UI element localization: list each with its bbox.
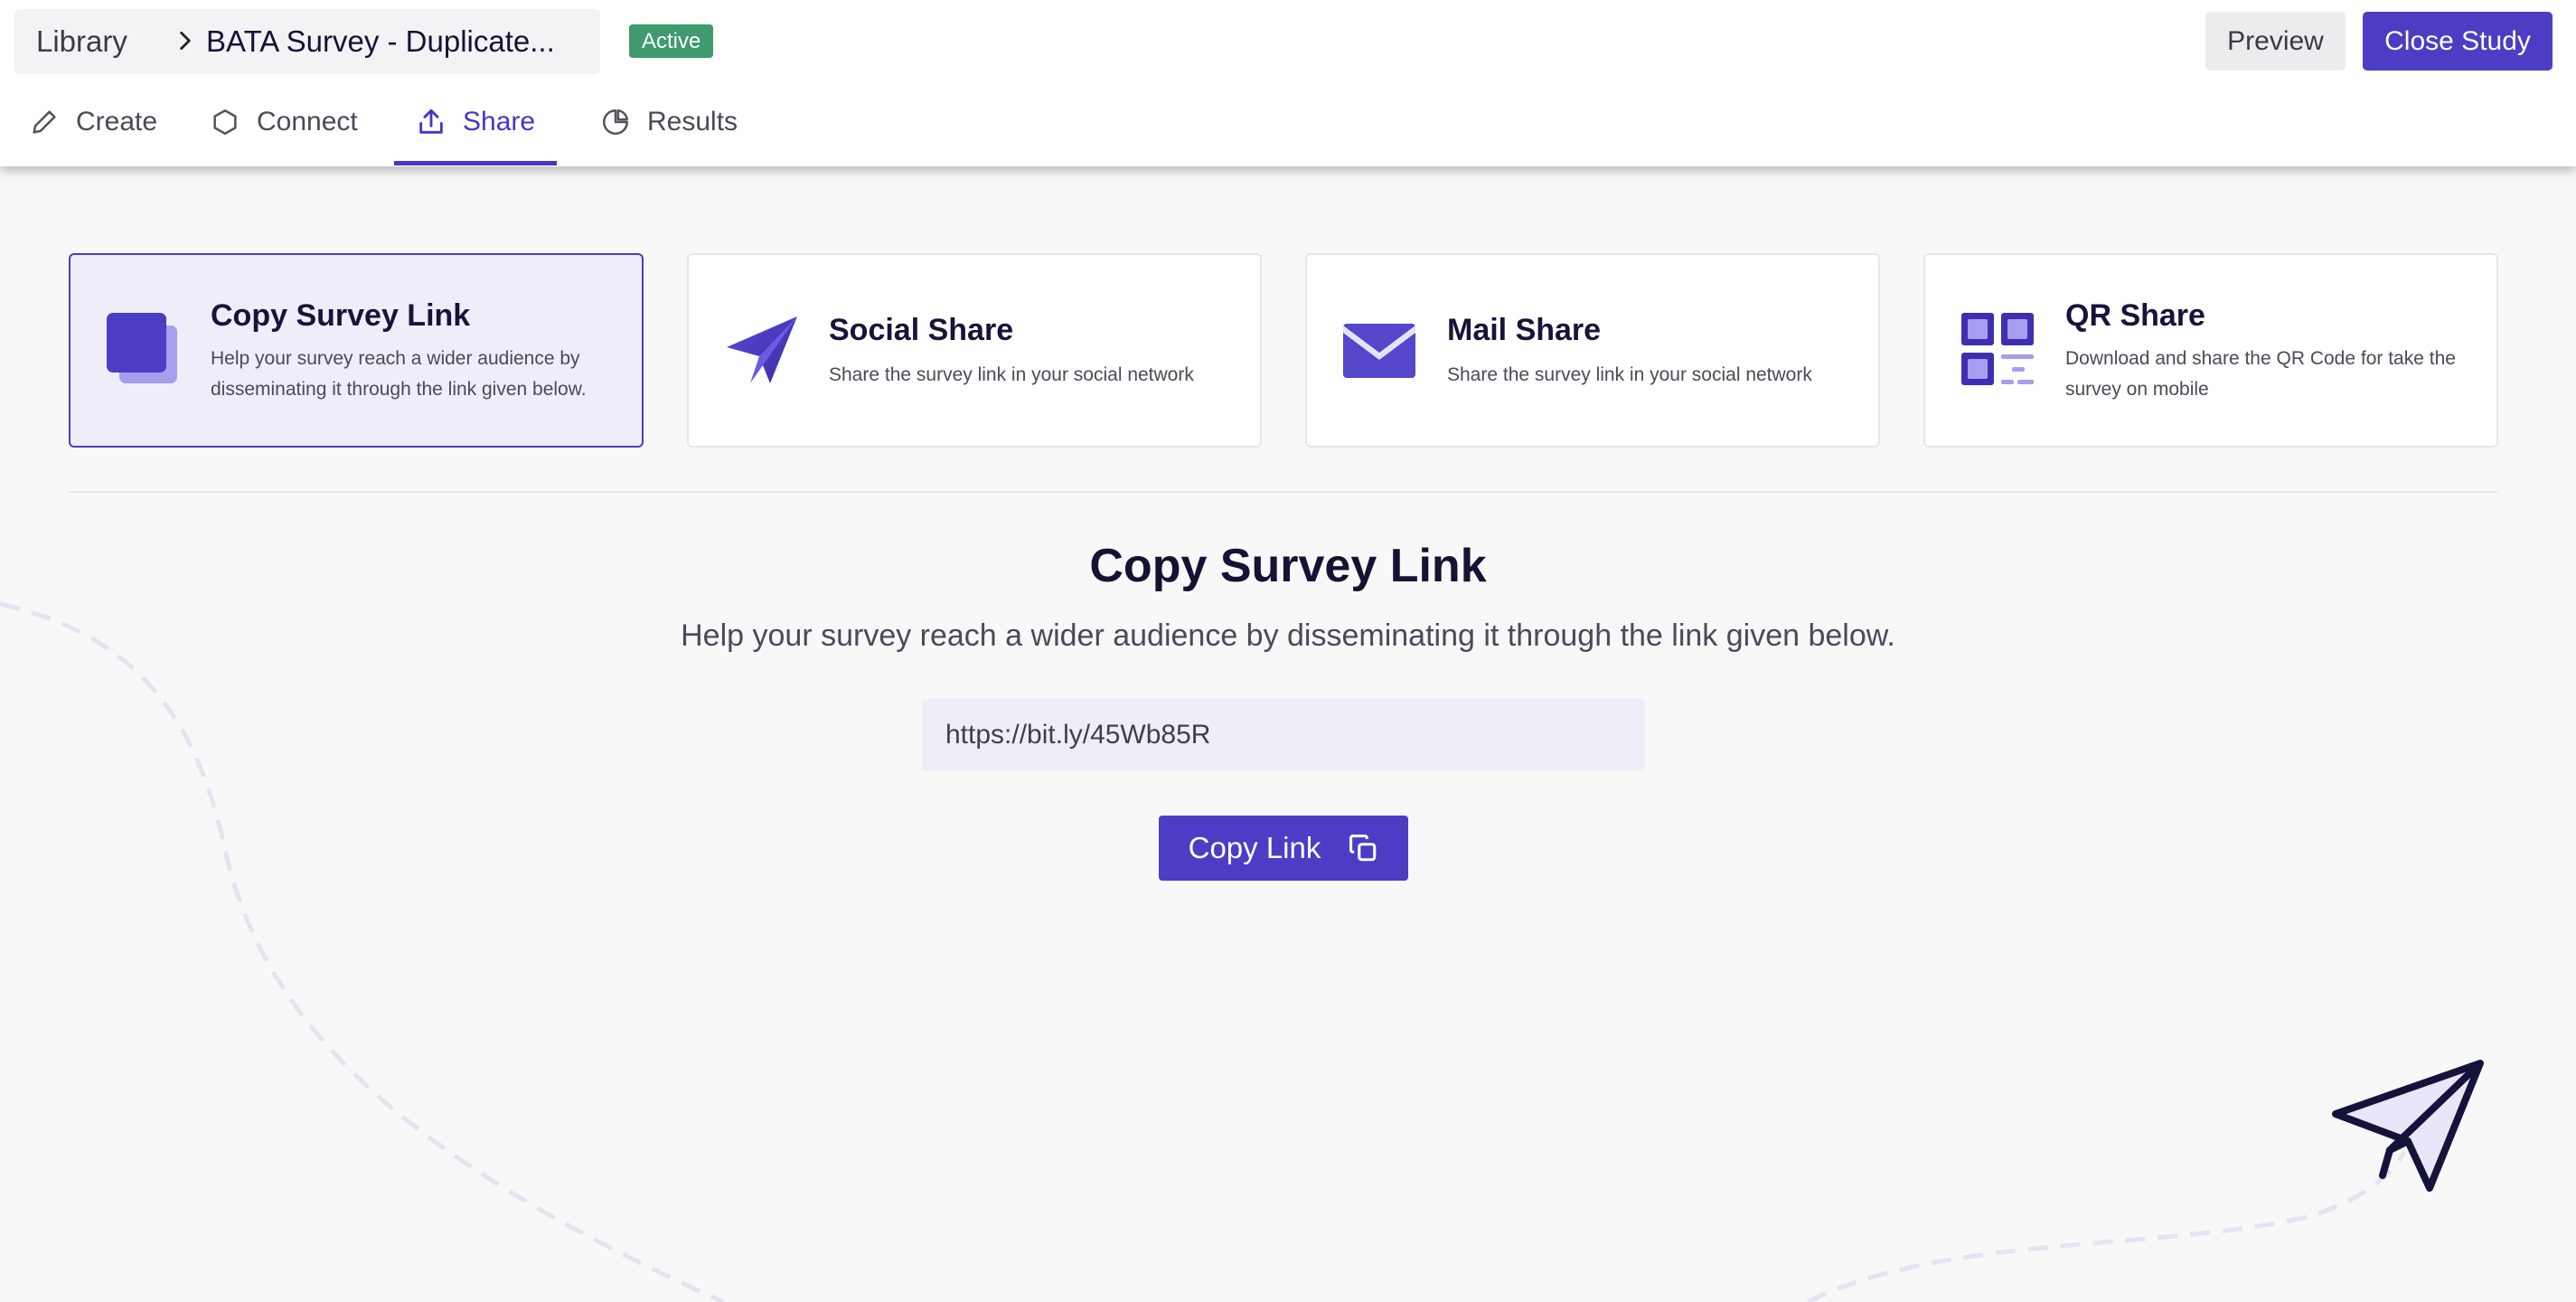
tab-results-label: Results <box>647 107 738 137</box>
study-title[interactable]: BATA Survey - Duplicate... <box>206 24 555 59</box>
breadcrumb: Library BATA Survey - Duplicate... <box>14 9 600 74</box>
tab-connect-label: Connect <box>257 107 358 137</box>
section-subtitle: Help your survey reach a wider audience … <box>681 618 1895 653</box>
tab-create-label: Create <box>76 107 158 137</box>
tab-results[interactable]: Results <box>600 107 738 137</box>
card-title: QR Share <box>2065 298 2205 333</box>
tab-share-label: Share <box>463 107 536 137</box>
breadcrumb-library-link[interactable]: Library <box>36 24 127 59</box>
card-description: Share the survey link in your social net… <box>1447 364 1812 385</box>
share-option-copy-link[interactable]: Copy Survey Link Help your survey reach … <box>69 253 644 448</box>
top-header: Library BATA Survey - Duplicate... Activ… <box>0 0 2576 166</box>
section-divider <box>69 491 2497 493</box>
tab-connect[interactable]: Connect <box>210 107 358 137</box>
copy-squares-icon <box>107 313 177 383</box>
card-description: Download and share the QR Code for take … <box>2065 348 2456 400</box>
close-study-button[interactable]: Close Study <box>2363 12 2552 71</box>
tab-share[interactable]: Share <box>416 107 535 137</box>
card-title: Copy Survey Link <box>211 298 471 333</box>
copy-link-label: Copy Link <box>1188 831 1321 864</box>
paper-plane-decoration-icon <box>2332 1060 2484 1192</box>
pencil-icon <box>33 110 56 134</box>
paper-plane-icon <box>727 316 797 383</box>
section-title: Copy Survey Link <box>1089 540 1487 592</box>
upload-share-icon <box>419 108 443 134</box>
card-title: Social Share <box>829 313 1014 347</box>
tab-create[interactable]: Create <box>29 107 157 137</box>
envelope-icon <box>1343 324 1415 378</box>
qr-code-icon <box>1961 313 2034 385</box>
survey-link-field[interactable] <box>922 699 1645 771</box>
hexagon-icon <box>213 108 237 136</box>
copy-link-button[interactable]: Copy Link <box>1159 816 1408 881</box>
pie-chart-icon <box>602 108 629 136</box>
card-description: Share the survey link in your social net… <box>829 364 1194 385</box>
share-option-social[interactable]: Social Share Share the survey link in yo… <box>687 253 1262 448</box>
share-option-qr[interactable]: QR Share Download and share the QR Code … <box>1923 253 2498 448</box>
share-option-mail[interactable]: Mail Share Share the survey link in your… <box>1305 253 1880 448</box>
card-description: Help your survey reach a wider audience … <box>211 348 587 400</box>
copy-icon <box>1349 834 1377 862</box>
card-title: Mail Share <box>1447 313 1602 347</box>
active-tab-indicator <box>394 161 557 165</box>
status-badge: Active <box>629 24 714 58</box>
chevron-right-icon <box>180 31 191 51</box>
preview-button[interactable]: Preview <box>2205 12 2346 71</box>
